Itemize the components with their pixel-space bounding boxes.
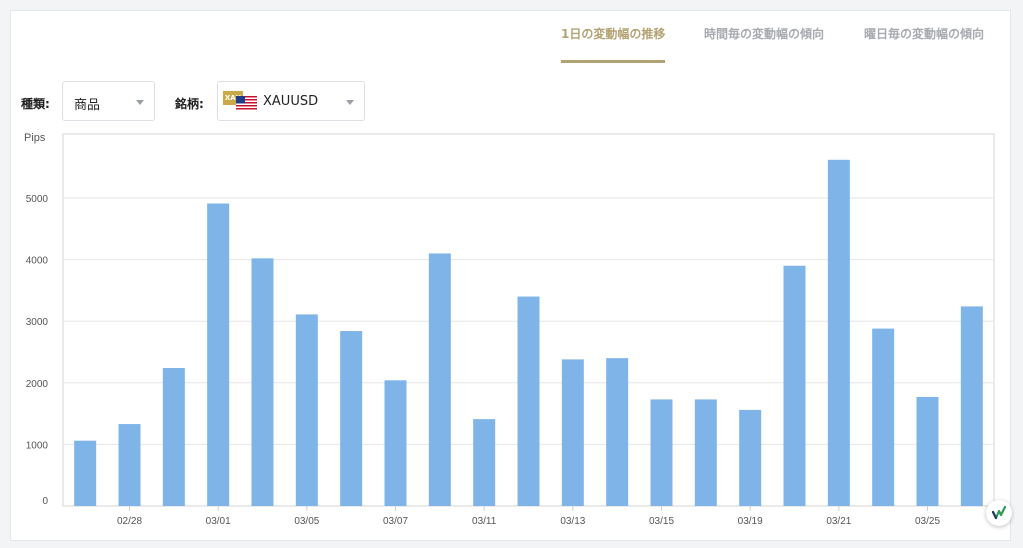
x-tick-label: 02/28 bbox=[117, 516, 142, 527]
bar[interactable] bbox=[561, 359, 584, 506]
y-tick-label: 0 bbox=[42, 496, 48, 507]
x-tick-label: 03/11 bbox=[472, 516, 497, 527]
bar[interactable] bbox=[118, 424, 141, 506]
bar[interactable] bbox=[739, 409, 762, 506]
x-tick-label: 03/25 bbox=[915, 516, 940, 527]
y-axis-title: Pips bbox=[24, 132, 46, 144]
x-axis-ticks: 02/28 03/01 03/05 03/07 03/11 03/13 03/15 03/19… bbox=[117, 506, 940, 527]
x-tick-label: 03/05 bbox=[294, 516, 319, 527]
checkmark-logo-icon bbox=[991, 505, 1007, 520]
bar[interactable] bbox=[74, 440, 97, 506]
bar[interactable] bbox=[428, 253, 451, 506]
bar[interactable] bbox=[960, 306, 983, 506]
bar[interactable] bbox=[384, 380, 407, 506]
x-tick-label: 03/07 bbox=[383, 516, 408, 527]
x-tick-label: 03/21 bbox=[826, 516, 851, 527]
bar[interactable] bbox=[872, 328, 895, 506]
y-tick-label: 3000 bbox=[26, 317, 49, 328]
y-tick-label: 5000 bbox=[26, 194, 49, 205]
bar[interactable] bbox=[606, 358, 629, 506]
bar[interactable] bbox=[783, 265, 806, 506]
x-tick-label: 03/19 bbox=[738, 516, 763, 527]
x-tick-label: 03/01 bbox=[206, 516, 231, 527]
y-tick-label: 4000 bbox=[26, 256, 49, 267]
bar[interactable] bbox=[694, 399, 717, 506]
bar[interactable] bbox=[207, 203, 230, 506]
y-axis-ticks: 0 1000 2000 3000 4000 5000 bbox=[26, 194, 49, 507]
y-tick-label: 2000 bbox=[26, 379, 49, 390]
brand-logo-icon bbox=[986, 500, 1012, 526]
bars bbox=[74, 159, 983, 507]
bar[interactable] bbox=[827, 159, 850, 507]
bar-chart: Pips 0 1000 2000 3000 4000 5000 02/28 03/01 03/… bbox=[24, 132, 995, 527]
bar[interactable] bbox=[650, 399, 673, 506]
bar[interactable] bbox=[517, 296, 540, 506]
bar[interactable] bbox=[295, 314, 318, 506]
y-tick-label: 1000 bbox=[26, 440, 49, 451]
bar[interactable] bbox=[251, 258, 274, 506]
x-tick-label: 03/15 bbox=[649, 516, 674, 527]
bar[interactable] bbox=[162, 368, 185, 506]
bar[interactable] bbox=[473, 419, 496, 506]
bar[interactable] bbox=[916, 396, 939, 506]
x-tick-label: 03/13 bbox=[560, 516, 585, 527]
bar[interactable] bbox=[340, 331, 363, 506]
